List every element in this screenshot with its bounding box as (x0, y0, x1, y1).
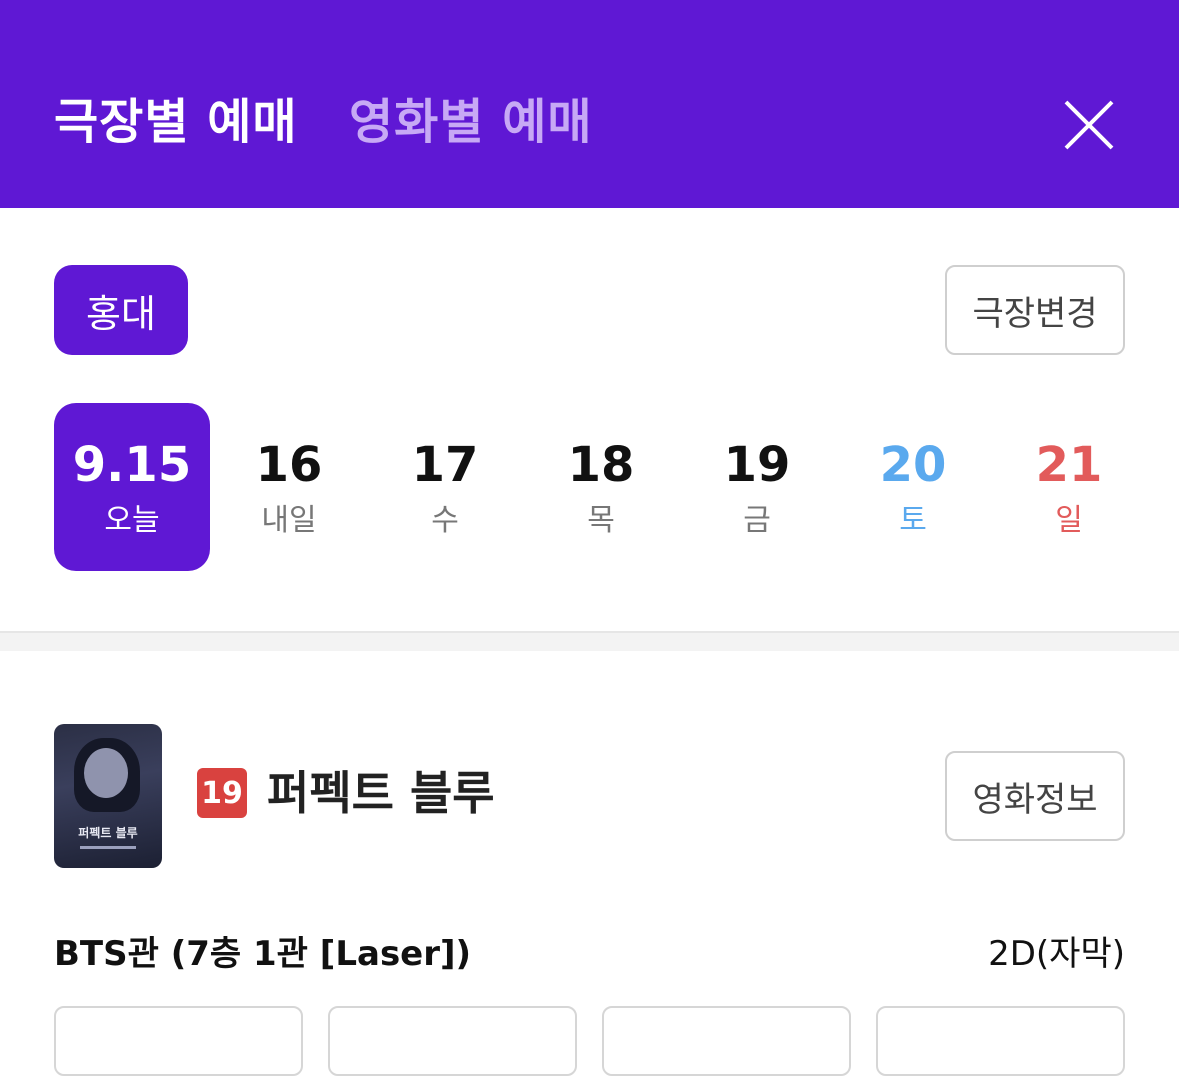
tab-theater-booking[interactable]: 극장별 예매 (54, 92, 298, 152)
section-divider (0, 631, 1179, 651)
date-number: 17 (411, 437, 479, 493)
date-item-16[interactable]: 16 내일 (211, 403, 367, 571)
movie-title: 퍼펙트 블루 (267, 766, 495, 820)
date-number: 20 (879, 437, 947, 493)
date-day-label: 수 (431, 503, 459, 538)
date-number: 9.15 (72, 437, 192, 493)
poster-face (84, 748, 128, 798)
screen-format: 2D(자막) (988, 934, 1125, 974)
change-theater-button[interactable]: 극장변경 (945, 265, 1125, 355)
date-item-18[interactable]: 18 목 (523, 403, 679, 571)
header-bar: 극장별 예매 영화별 예매 (0, 0, 1179, 208)
close-icon[interactable] (1058, 94, 1120, 156)
date-day-label: 오늘 (104, 503, 160, 538)
tab-movie-booking[interactable]: 영화별 예매 (349, 92, 593, 152)
movie-poster[interactable]: 퍼펙트 블루 (54, 724, 162, 868)
date-day-label: 일 (1055, 503, 1083, 538)
date-item-21[interactable]: 21 일 (991, 403, 1147, 571)
date-day-label: 토 (899, 503, 927, 538)
date-item-20[interactable]: 20 토 (835, 403, 991, 571)
date-day-label: 금 (743, 503, 771, 538)
showtime-slot[interactable] (54, 1006, 303, 1076)
poster-line (80, 846, 136, 849)
date-day-label: 목 (587, 503, 615, 538)
showtime-slot[interactable] (328, 1006, 577, 1076)
date-item-19[interactable]: 19 금 (679, 403, 835, 571)
date-number: 16 (255, 437, 323, 493)
movie-info-button[interactable]: 영화정보 (945, 751, 1125, 841)
date-item-today[interactable]: 9.15 오늘 (54, 403, 210, 571)
date-number: 21 (1035, 437, 1103, 493)
date-number: 19 (723, 437, 791, 493)
selected-theater-chip: 홍대 (54, 265, 188, 355)
showtime-slot[interactable] (602, 1006, 851, 1076)
date-day-label: 내일 (261, 503, 317, 538)
age-rating-badge: 19 (197, 768, 247, 818)
date-item-17[interactable]: 17 수 (367, 403, 523, 571)
showtime-slot[interactable] (876, 1006, 1125, 1076)
hall-name: BTS관 (7층 1관 [Laser]) (54, 934, 472, 974)
date-number: 18 (567, 437, 635, 493)
poster-title: 퍼펙트 블루 (78, 826, 138, 840)
